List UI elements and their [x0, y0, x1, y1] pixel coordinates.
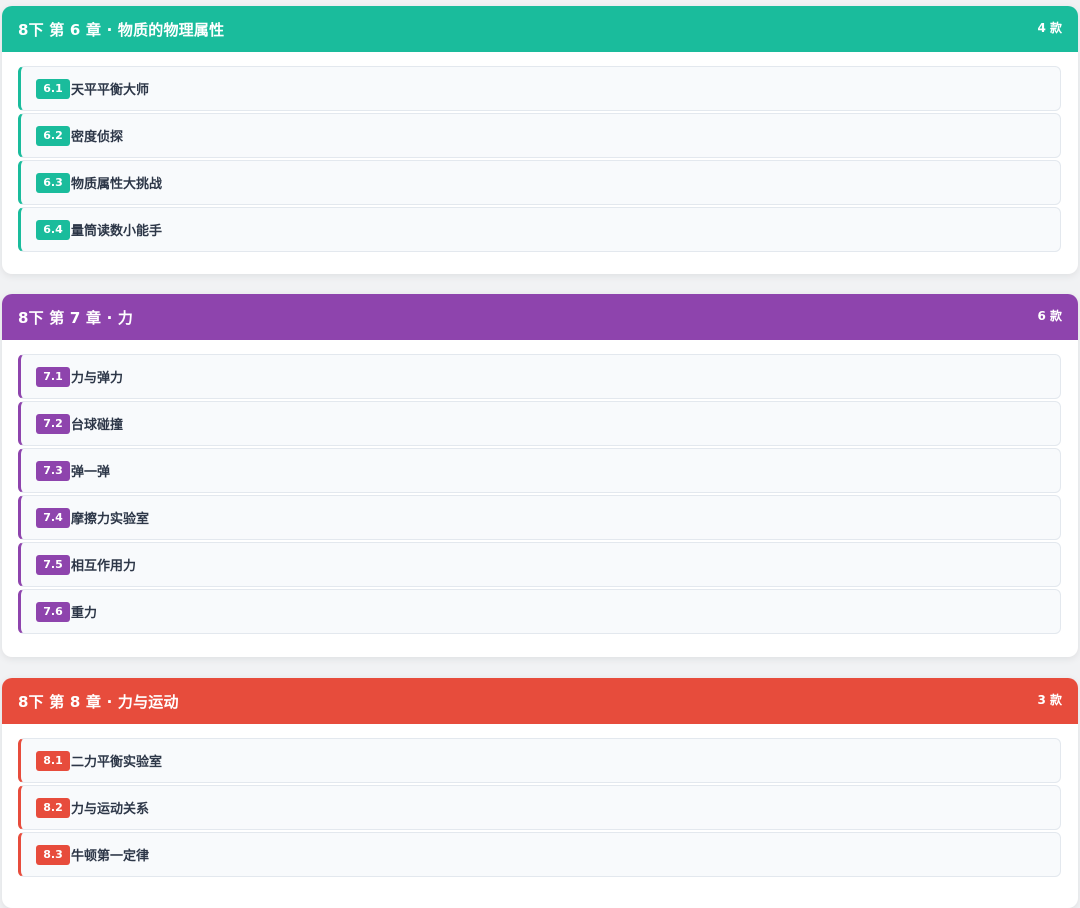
item-label: 摩擦力实验室 — [71, 512, 150, 527]
item-number-badge: 7.3 — [36, 460, 70, 481]
chapter-header-8: 8下 第 8 章 · 力与运动 3 款 — [2, 678, 1078, 724]
item-number-badge: 6.2 — [36, 125, 70, 146]
item-label: 相互作用力 — [71, 559, 137, 574]
item-label: 量筒读数小能手 — [71, 224, 163, 239]
list-item-6-2[interactable]: 6.2 密度侦探 — [18, 113, 1061, 158]
item-label: 天平平衡大师 — [71, 83, 150, 98]
chapter-item-list: 7.1 力与弹力 7.2 台球碰撞 7.3 弹一弹 7.4 摩擦力实验室 7.5… — [2, 340, 1078, 654]
item-label: 重力 — [71, 606, 98, 621]
list-item-6-3[interactable]: 6.3 物质属性大挑战 — [18, 160, 1061, 205]
item-number-badge: 7.5 — [36, 554, 70, 575]
item-label: 台球碰撞 — [71, 418, 124, 433]
list-item-7-6[interactable]: 7.6 重力 — [18, 589, 1061, 634]
item-label: 力与弹力 — [71, 371, 124, 386]
chapter-count-badge: 6 款 — [1037, 309, 1062, 323]
chapter-card-8: 8下 第 8 章 · 力与运动 3 款 8.1 二力平衡实验室 8.2 力与运动… — [2, 678, 1078, 908]
chapter-card-6: 8下 第 6 章 · 物质的物理属性 4 款 6.1 天平平衡大师 6.2 密度… — [2, 6, 1078, 274]
list-item-8-2[interactable]: 8.2 力与运动关系 — [18, 785, 1061, 830]
list-item-8-1[interactable]: 8.1 二力平衡实验室 — [18, 738, 1061, 783]
item-label: 力与运动关系 — [71, 802, 150, 817]
chapter-item-list: 6.1 天平平衡大师 6.2 密度侦探 6.3 物质属性大挑战 6.4 量筒读数… — [2, 52, 1078, 272]
item-label: 物质属性大挑战 — [71, 177, 163, 192]
list-item-7-1[interactable]: 7.1 力与弹力 — [18, 354, 1061, 399]
chapter-title: 8下 第 8 章 · 力与运动 — [18, 692, 179, 711]
item-number-badge: 8.3 — [36, 844, 70, 865]
chapter-title: 8下 第 6 章 · 物质的物理属性 — [18, 20, 225, 39]
list-item-7-2[interactable]: 7.2 台球碰撞 — [18, 401, 1061, 446]
item-number-badge: 6.1 — [36, 78, 70, 99]
list-item-6-1[interactable]: 6.1 天平平衡大师 — [18, 66, 1061, 111]
item-number-badge: 7.2 — [36, 413, 70, 434]
chapter-count-badge: 4 款 — [1037, 21, 1062, 35]
item-number-badge: 6.4 — [36, 219, 70, 240]
chapter-card-7: 8下 第 7 章 · 力 6 款 7.1 力与弹力 7.2 台球碰撞 7.3 弹… — [2, 294, 1078, 657]
item-number-badge: 7.6 — [36, 601, 70, 622]
item-number-badge: 6.3 — [36, 172, 70, 193]
chapter-count-badge: 3 款 — [1037, 693, 1062, 707]
item-label: 牛顿第一定律 — [71, 849, 150, 864]
item-number-badge: 8.2 — [36, 797, 70, 818]
item-label: 二力平衡实验室 — [71, 755, 163, 770]
list-item-7-4[interactable]: 7.4 摩擦力实验室 — [18, 495, 1061, 540]
chapter-item-list: 8.1 二力平衡实验室 8.2 力与运动关系 8.3 牛顿第一定律 — [2, 724, 1078, 897]
item-number-badge: 8.1 — [36, 750, 70, 771]
list-item-7-5[interactable]: 7.5 相互作用力 — [18, 542, 1061, 587]
list-item-7-3[interactable]: 7.3 弹一弹 — [18, 448, 1061, 493]
item-number-badge: 7.1 — [36, 366, 70, 387]
list-item-6-4[interactable]: 6.4 量筒读数小能手 — [18, 207, 1061, 252]
chapter-header-7: 8下 第 7 章 · 力 6 款 — [2, 294, 1078, 340]
item-label: 弹一弹 — [71, 465, 111, 480]
item-label: 密度侦探 — [71, 130, 124, 145]
chapter-header-6: 8下 第 6 章 · 物质的物理属性 4 款 — [2, 6, 1078, 52]
item-number-badge: 7.4 — [36, 507, 70, 528]
chapter-title: 8下 第 7 章 · 力 — [18, 308, 134, 327]
list-item-8-3[interactable]: 8.3 牛顿第一定律 — [18, 832, 1061, 877]
